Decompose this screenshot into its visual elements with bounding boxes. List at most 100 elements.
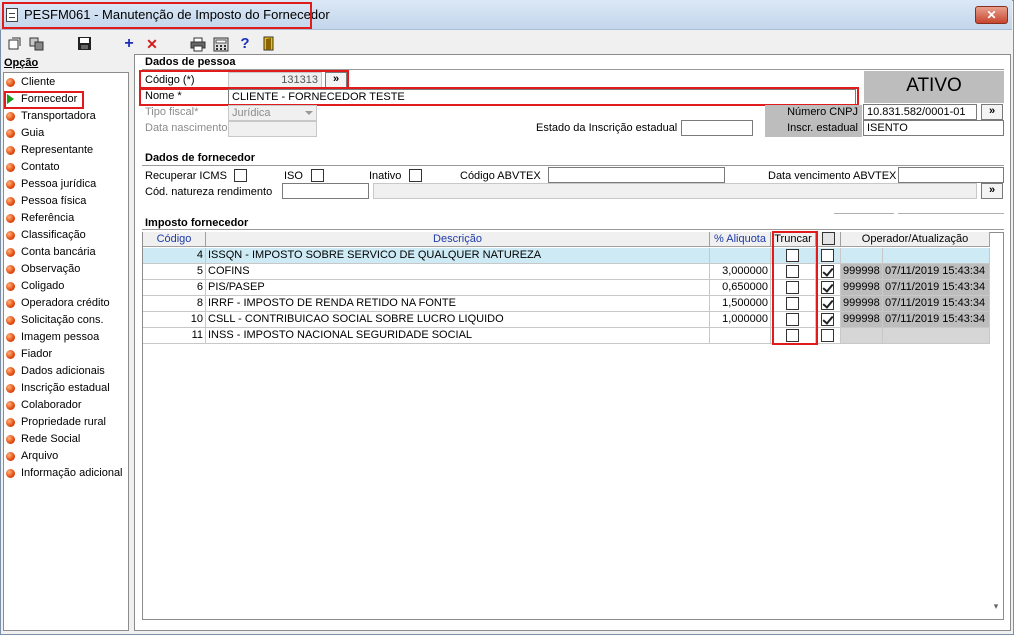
bullet-icon <box>6 367 15 376</box>
table-row[interactable]: 11 INSS - IMPOSTO NACIONAL SEGURIDADE SOC… <box>143 328 990 344</box>
navigate-icon[interactable] <box>6 35 24 53</box>
data-vencimento-abvtex-field[interactable] <box>898 167 1004 183</box>
ativo-cell[interactable] <box>816 264 841 280</box>
table-row[interactable]: 6 PIS/PASEP 0,650000 999998 07/11/2019 15:43… <box>143 280 990 296</box>
ativo-checkbox[interactable] <box>821 249 834 262</box>
help-icon[interactable]: ? <box>236 35 254 53</box>
natureza-descricao-field <box>373 183 977 199</box>
sidebar-item-label: Pessoa física <box>21 195 87 207</box>
sidebar-title: Opção <box>4 57 39 69</box>
operador-cell: 999998 <box>841 264 883 280</box>
table-row[interactable]: 5 COFINS 3,000000 999998 07/11/2019 15:43:34 <box>143 264 990 280</box>
tipo-fiscal-select[interactable]: Jurídica <box>228 105 317 121</box>
sidebar-item-label: Pessoa jurídica <box>21 178 97 190</box>
descricao-cell: COFINS <box>206 264 710 280</box>
column-header-operador[interactable]: Operador/Atualização <box>841 232 990 247</box>
bullet-icon <box>6 299 15 308</box>
ativo-checkbox[interactable] <box>821 313 834 326</box>
ativo-cell[interactable] <box>816 248 841 264</box>
ativo-cell[interactable] <box>816 328 841 344</box>
bullet-icon <box>6 418 15 427</box>
ativo-checkbox[interactable] <box>821 281 834 294</box>
truncar-column-highlight <box>772 231 818 345</box>
close-button[interactable]: ✕ <box>975 6 1008 24</box>
codigo-cell: 8 <box>143 296 206 312</box>
ativo-checkbox[interactable] <box>821 329 834 342</box>
codigo-cell: 6 <box>143 280 206 296</box>
ativo-cell[interactable] <box>816 312 841 328</box>
ativo-checkbox[interactable] <box>821 265 834 278</box>
section-title-dados-fornecedor: Dados de fornecedor <box>145 152 256 164</box>
delete-icon[interactable]: ✕ <box>143 35 161 53</box>
bullet-icon <box>6 469 15 478</box>
section-title-imposto-fornecedor: Imposto fornecedor <box>145 217 249 229</box>
recuperar-icms-checkbox[interactable] <box>234 169 247 182</box>
sidebar-item-label: Referência <box>21 212 75 224</box>
atualizacao-cell: 07/11/2019 15:43:34 <box>883 280 990 296</box>
cod-natureza-field[interactable] <box>282 183 369 199</box>
bullet-icon <box>6 282 15 291</box>
sidebar-item-label: Operadora crédito <box>21 297 110 309</box>
aliquota-cell: 1,500000 <box>710 296 771 312</box>
codigo-abvtex-label: Código ABVTEX <box>460 170 541 182</box>
cnpj-lookup-button[interactable]: » <box>981 104 1003 120</box>
operador-cell <box>841 248 883 264</box>
sidebar-item-label: Classificação <box>21 229 86 241</box>
sidebar-item-label: Cliente <box>21 76 56 88</box>
copy-icon[interactable] <box>28 35 46 53</box>
data-nascimento-field[interactable] <box>228 121 317 137</box>
chevron-down-icon[interactable] <box>305 111 313 115</box>
operador-cell <box>841 328 883 344</box>
exit-door-icon[interactable] <box>260 35 278 53</box>
bullet-icon <box>6 350 15 359</box>
calculator-icon[interactable] <box>212 35 230 53</box>
title-highlight <box>2 2 312 29</box>
codigo-cell: 10 <box>143 312 206 328</box>
tipo-fiscal-label: Tipo fiscal* <box>145 106 199 118</box>
ativo-cell[interactable] <box>816 296 841 312</box>
scroll-down-arrow[interactable]: ▾ <box>990 601 1002 613</box>
save-icon[interactable] <box>75 35 93 53</box>
column-header-aliquota[interactable]: % Aliquota <box>710 232 771 247</box>
bullet-icon <box>6 146 15 155</box>
bullet-icon <box>6 248 15 257</box>
print-icon[interactable] <box>189 35 207 53</box>
add-icon[interactable]: + <box>120 35 138 53</box>
recuperar-icms-label: Recuperar ICMS <box>145 170 227 182</box>
bullet-icon <box>6 163 15 172</box>
column-header-codigo[interactable]: Código <box>143 232 206 247</box>
table-row[interactable]: 8 IRRF - IMPOSTO DE RENDA RETIDO NA FONTE… <box>143 296 990 312</box>
bullet-icon <box>6 180 15 189</box>
sidebar-item-label: Informação adicional <box>21 467 123 479</box>
descricao-cell: INSS - IMPOSTO NACIONAL SEGURIDADE SOCIA… <box>206 328 710 344</box>
table-row[interactable]: 4 ISSQN - IMPOSTO SOBRE SERVICO DE QUALQU… <box>143 248 990 264</box>
sidebar-item-label: Coligado <box>21 280 65 292</box>
divider-short <box>898 213 1004 214</box>
table-row[interactable]: 10 CSLL - CONTRIBUICAO SOCIAL SOBRE LUCRO… <box>143 312 990 328</box>
column-header-descricao[interactable]: Descrição <box>206 232 710 247</box>
cod-natureza-label: Cód. natureza rendimento <box>145 186 273 198</box>
descricao-cell: ISSQN - IMPOSTO SOBRE SERVICO DE QUALQUE… <box>206 248 710 264</box>
natureza-lookup-button[interactable]: » <box>981 183 1003 199</box>
bullet-icon <box>6 333 15 342</box>
ativo-cell[interactable] <box>816 280 841 296</box>
estado-ie-field[interactable] <box>681 120 753 136</box>
estado-ie-label: Estado da Inscrição estadual <box>536 122 678 134</box>
select-all-checkbox[interactable] <box>822 232 835 245</box>
cnpj-field[interactable]: 10.831.582/0001-01 <box>863 104 977 120</box>
column-header-select-all[interactable] <box>816 232 841 247</box>
sidebar-selection-highlight <box>4 91 84 109</box>
iso-checkbox[interactable] <box>311 169 324 182</box>
sidebar-item-label: Representante <box>21 144 94 156</box>
aliquota-cell <box>710 328 771 344</box>
ie-field[interactable]: ISENTO <box>863 120 1004 136</box>
sidebar-item-label: Transportadora <box>21 110 96 122</box>
sidebar-item-label: Rede Social <box>21 433 81 445</box>
inativo-checkbox[interactable] <box>409 169 422 182</box>
operador-cell: 999998 <box>841 296 883 312</box>
atualizacao-cell: 07/11/2019 15:43:34 <box>883 264 990 280</box>
descricao-cell: PIS/PASEP <box>206 280 710 296</box>
codigo-abvtex-field[interactable] <box>548 167 725 183</box>
ativo-checkbox[interactable] <box>821 297 834 310</box>
sidebar-item-label: Contato <box>21 161 60 173</box>
